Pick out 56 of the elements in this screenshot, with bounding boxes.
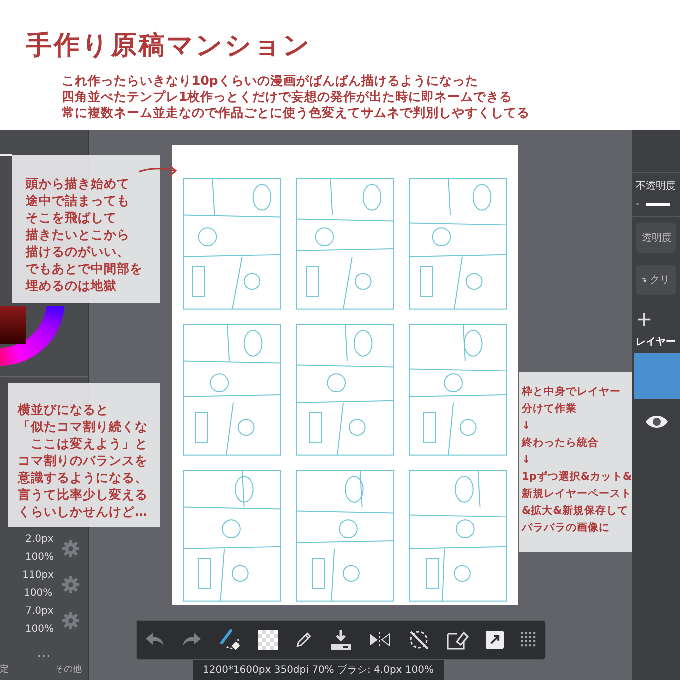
opacity-label: 不透明度 [636, 180, 676, 193]
tab-label[interactable]: 定 [0, 663, 9, 676]
grid-menu-icon[interactable] [520, 632, 537, 648]
redo-icon[interactable] [182, 632, 202, 648]
description-line: これ作ったらいきなり10pくらいの漫画がばんばん描けるようになった [62, 73, 480, 89]
note-line: ↓ [522, 419, 531, 434]
note-line: ↓ [522, 453, 531, 468]
brush-opacity: 100% [25, 551, 54, 565]
brush-size: 7.0px [26, 605, 54, 619]
note-line: 描きたいとこから [26, 226, 130, 243]
note-line: くらいしかせんけど… [18, 503, 148, 520]
rotate-off-icon[interactable] [408, 629, 430, 651]
eye-icon[interactable] [645, 414, 669, 430]
transparent-color-swatch[interactable] [258, 630, 278, 650]
minus-button[interactable]: - [636, 199, 640, 210]
note-line: 分けて作業 [522, 402, 577, 417]
note-line: 描けるのがいい、 [26, 243, 130, 260]
note-line: 終わったら統合 [522, 436, 599, 451]
transparency-button[interactable]: 透明度 [636, 223, 676, 253]
note-line: コマ割りのバランスを [18, 452, 148, 469]
note-line: バラバラの画像に [522, 521, 610, 536]
tab-label[interactable]: その他 [55, 663, 82, 676]
note-line: 1pずつ選択&カット& [522, 470, 632, 485]
note-line: 途中で詰まっても [26, 192, 130, 209]
note-line: 頭から描き始めて [26, 175, 130, 192]
description-line: 四角並べたテンプレ1枚作っとくだけで妄想の発作が出た時に即ネームできる [62, 89, 514, 105]
undo-icon[interactable] [145, 632, 166, 648]
note-line: 枠と中身でレイヤー [522, 385, 621, 400]
eraser-icon[interactable] [446, 630, 469, 650]
note-line: 言うて比率少し変える [18, 486, 148, 503]
flip-icon[interactable] [368, 632, 391, 648]
brush-size: 2.0px [26, 533, 54, 547]
note-line: でもあとで中間部を [26, 260, 143, 277]
note-line: 新規レイヤーペースト [522, 487, 632, 502]
download-icon[interactable] [330, 629, 352, 651]
note-line: 横並びになると [18, 401, 109, 418]
brush-icon[interactable] [219, 629, 242, 651]
opacity-slider[interactable] [646, 203, 670, 206]
page-title: 手作り原稿マンション [26, 30, 313, 63]
note-line: &拡大&新規保存して [522, 504, 628, 519]
eyedropper-icon[interactable] [295, 631, 314, 649]
status-bar: 1200*1600px 350dpi 70% ブラシ: 4.0px 100% [193, 660, 444, 680]
add-layer-button[interactable]: + [632, 301, 680, 331]
brush-size: 110px [22, 569, 54, 583]
note-line: 「似たコマ割り続くな [18, 418, 148, 435]
layers-label: レイヤー [635, 336, 677, 350]
more-button[interactable]: … [0, 645, 88, 661]
note-line: 埋めるのは地獄 [26, 277, 117, 294]
description-line: 常に複数ネーム並走なので作品ごとに使う色変えてサムネで判別しやすくしてる [62, 105, 531, 121]
brush-opacity: 100% [24, 587, 53, 601]
note-line: ここは変えよう」と [30, 435, 148, 452]
share-icon[interactable] [486, 631, 504, 649]
brush-opacity: 100% [25, 623, 54, 637]
note-line: そこを飛ばして [26, 209, 117, 226]
clipping-button[interactable]: クリ [636, 265, 676, 295]
note-line: 意識するようになる、 [18, 469, 148, 486]
